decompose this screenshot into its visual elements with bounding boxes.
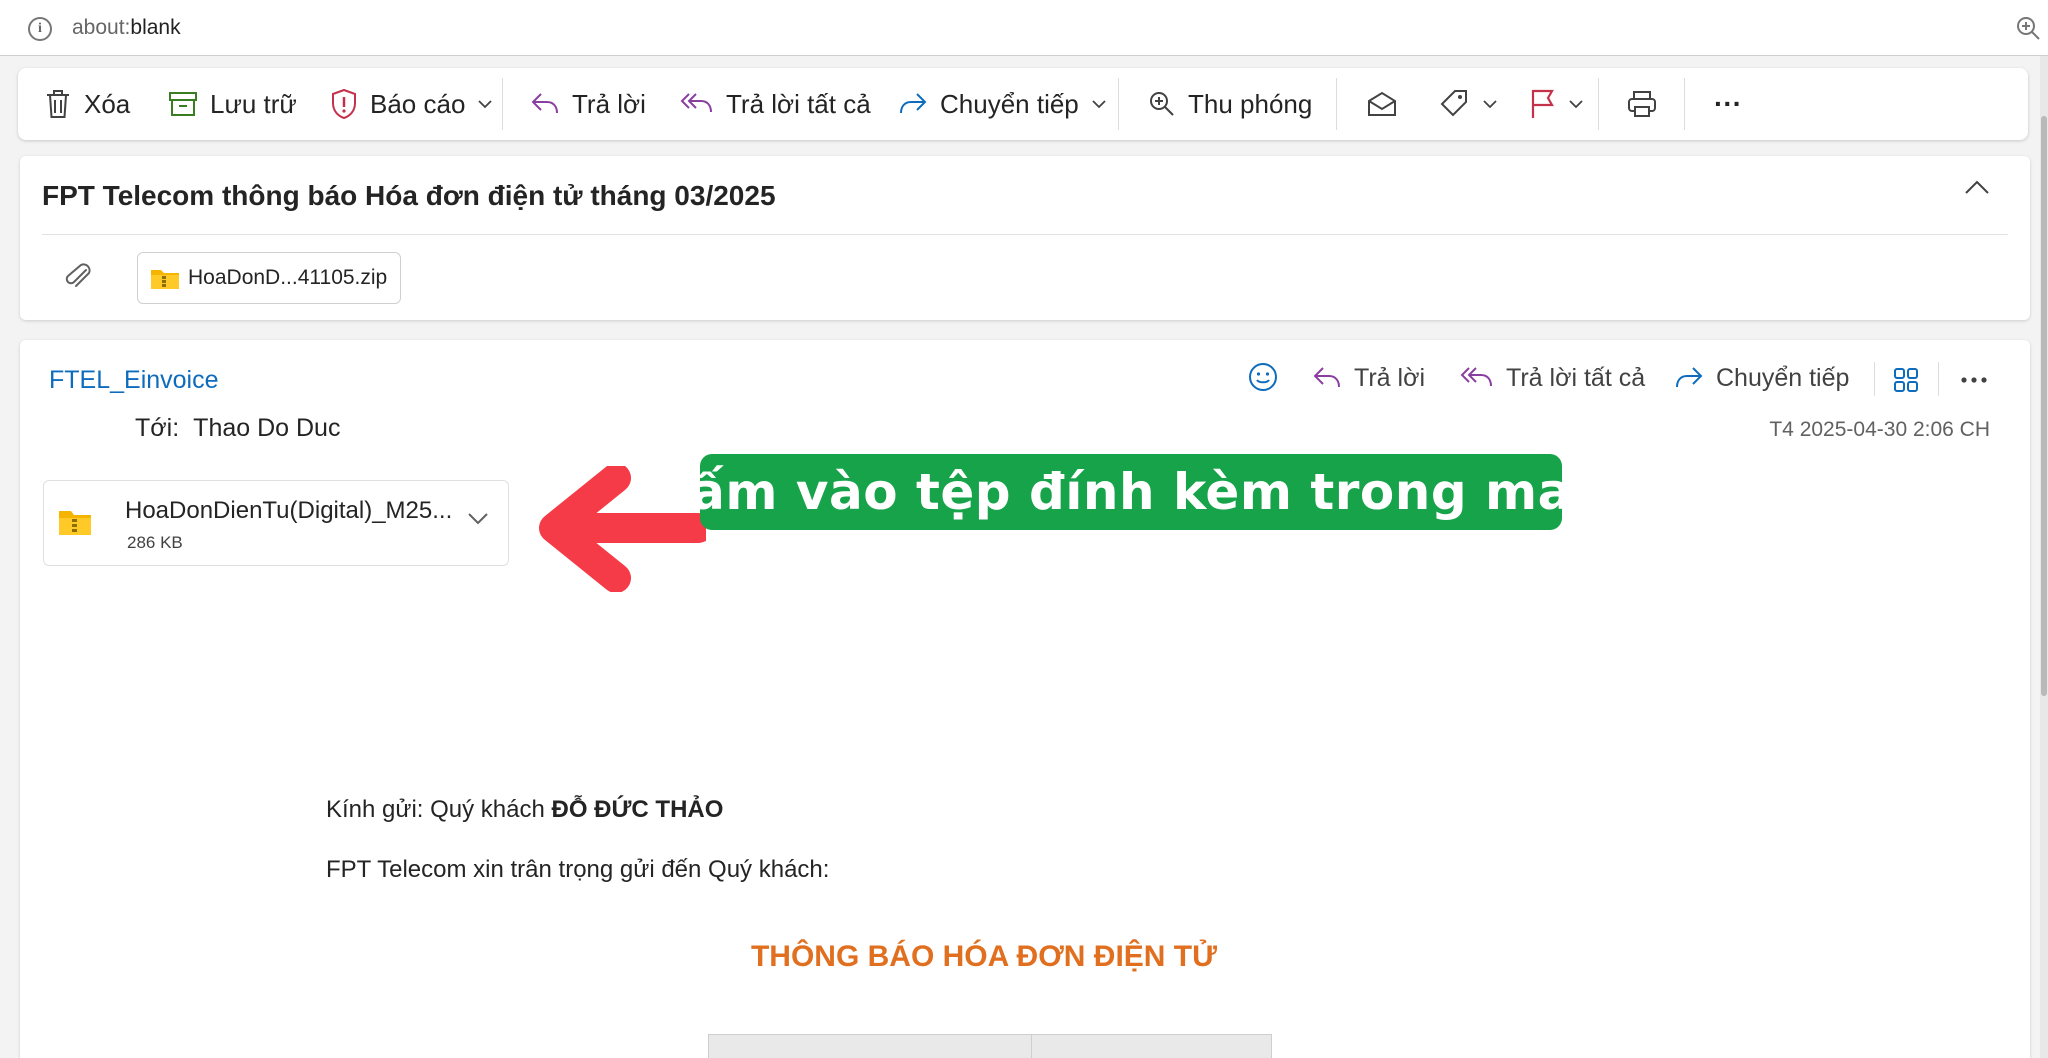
message-reply-all-button[interactable]: Trả lời tất cả bbox=[1460, 356, 1645, 400]
archive-label: Lưu trữ bbox=[210, 88, 297, 119]
delete-label: Xóa bbox=[84, 88, 131, 119]
message-forward-button[interactable]: Chuyển tiếp bbox=[1674, 356, 1849, 400]
toolbar-divider bbox=[1336, 78, 1337, 130]
emoji-icon[interactable] bbox=[1248, 362, 1278, 392]
tag-icon bbox=[1440, 90, 1467, 117]
chevron-down-icon[interactable] bbox=[1482, 99, 1498, 109]
reply-all-icon bbox=[680, 93, 712, 113]
apps-icon[interactable] bbox=[1892, 366, 1920, 394]
toolbar-divider bbox=[1598, 78, 1599, 130]
attachment-chip[interactable]: HoaDonD...41105.zip bbox=[137, 252, 401, 304]
trash-icon bbox=[47, 90, 69, 118]
flag-button[interactable] bbox=[1528, 68, 1584, 140]
flag-icon bbox=[1531, 89, 1554, 118]
toolbar-divider bbox=[1118, 78, 1119, 130]
info-icon[interactable]: i bbox=[28, 17, 52, 41]
report-button[interactable]: Báo cáo bbox=[330, 68, 493, 140]
reply-icon bbox=[1313, 367, 1340, 388]
greeting-prefix: Kính gửi: Quý khách bbox=[326, 796, 552, 823]
toolbar-divider bbox=[502, 78, 503, 130]
reply-all-button[interactable]: Trả lời tất cả bbox=[680, 68, 871, 140]
message-forward-label: Chuyển tiếp bbox=[1716, 363, 1850, 392]
reply-button[interactable]: Trả lời bbox=[530, 68, 646, 140]
zoom-label: Thu phóng bbox=[1188, 88, 1313, 119]
archive-button[interactable]: Lưu trữ bbox=[168, 68, 297, 140]
forward-icon bbox=[900, 93, 927, 114]
shield-icon bbox=[332, 88, 356, 120]
url-scheme: about: bbox=[72, 16, 131, 39]
chevron-down-icon[interactable] bbox=[477, 99, 493, 109]
message-reply-button[interactable]: Trả lời bbox=[1312, 356, 1425, 400]
invoice-heading: THÔNG BÁO HÓA ĐƠN ĐIỆN TỬ bbox=[0, 940, 2048, 974]
chevron-down-icon[interactable] bbox=[1091, 99, 1107, 109]
chevron-up-icon[interactable] bbox=[1964, 178, 1990, 196]
more-icon: ··· bbox=[1714, 88, 1742, 119]
print-button[interactable] bbox=[1626, 68, 1658, 140]
table-column-divider bbox=[1031, 1035, 1032, 1058]
attachment-size: 286 KB bbox=[127, 533, 183, 552]
reply-label: Trả lời bbox=[572, 88, 646, 119]
more-actions-button[interactable]: ··· bbox=[1714, 68, 1742, 140]
email-subject: FPT Telecom thông báo Hóa đơn điện tử th… bbox=[42, 180, 776, 211]
zoom-button[interactable]: Thu phóng bbox=[1148, 68, 1312, 140]
printer-icon bbox=[1628, 91, 1656, 117]
invoice-table bbox=[708, 1034, 1272, 1058]
zoom-in-icon[interactable] bbox=[2014, 14, 2042, 42]
customer-name: ĐỖ ĐỨC THẢO bbox=[551, 796, 724, 823]
recipient-name[interactable]: Thao Do Duc bbox=[193, 414, 340, 442]
to-label: Tới: bbox=[135, 414, 180, 442]
recipient-line: Tới: Thao Do Duc bbox=[135, 414, 340, 443]
sender-name[interactable]: FTEL_Einvoice bbox=[49, 366, 219, 395]
chevron-down-icon[interactable] bbox=[466, 511, 490, 527]
chevron-down-icon[interactable] bbox=[1568, 99, 1584, 109]
subject-card: FPT Telecom thông báo Hóa đơn điện tử th… bbox=[20, 156, 2030, 320]
delete-button[interactable]: Xóa bbox=[44, 68, 130, 140]
report-label: Báo cáo bbox=[370, 88, 466, 119]
action-divider bbox=[1938, 362, 1939, 396]
attachment-name: HoaDonDienTu(Digital)_M25... bbox=[125, 497, 453, 524]
address-bar[interactable]: i about:blank bbox=[0, 0, 2048, 56]
intro-line: FPT Telecom xin trân trọng gửi đến Quý k… bbox=[326, 856, 830, 883]
scrollbar-thumb[interactable] bbox=[2041, 116, 2047, 696]
invoice-heading-text: THÔNG BÁO HÓA ĐƠN ĐIỆN TỬ bbox=[750, 940, 1218, 973]
paperclip-icon bbox=[65, 263, 91, 287]
attachment-card[interactable]: HoaDonDienTu(Digital)_M25... 286 KB bbox=[43, 480, 509, 566]
message-reply-all-label: Trả lời tất cả bbox=[1506, 363, 1646, 392]
url-path: blank bbox=[130, 16, 181, 39]
message-reply-label: Trả lời bbox=[1354, 363, 1426, 392]
forward-icon bbox=[1676, 367, 1703, 388]
forward-label: Chuyển tiếp bbox=[940, 88, 1079, 119]
toolbar-divider bbox=[1684, 78, 1685, 130]
categorize-button[interactable] bbox=[1438, 68, 1498, 140]
divider bbox=[42, 234, 2008, 235]
greeting-line: Kính gửi: Quý khách ĐỖ ĐỨC THẢO bbox=[326, 796, 723, 824]
url-text[interactable]: about:blank bbox=[72, 16, 181, 40]
action-divider bbox=[1874, 362, 1875, 396]
more-icon[interactable] bbox=[1960, 376, 1988, 384]
reply-all-label: Trả lời tất cả bbox=[726, 88, 871, 119]
mark-read-button[interactable] bbox=[1366, 68, 1398, 140]
archive-icon bbox=[169, 92, 197, 116]
zip-folder-icon bbox=[151, 270, 179, 289]
reply-icon bbox=[531, 93, 558, 114]
reply-all-icon bbox=[1460, 367, 1492, 387]
vertical-scrollbar[interactable] bbox=[2040, 56, 2048, 1058]
zoom-icon bbox=[1150, 92, 1174, 116]
envelope-open-icon bbox=[1368, 91, 1396, 116]
message-toolbar: Xóa Lưu trữ Báo cáo Trả lời Trả lời tất … bbox=[18, 68, 2028, 140]
forward-button[interactable]: Chuyển tiếp bbox=[898, 68, 1107, 140]
annotation-callout: bấm vào tệp đính kèm trong mail bbox=[655, 454, 1607, 530]
zip-folder-icon bbox=[59, 511, 91, 535]
attachment-chip-label: HoaDonD...41105.zip bbox=[188, 266, 388, 289]
message-date: T4 2025-04-30 2:06 CH bbox=[1769, 418, 1990, 441]
